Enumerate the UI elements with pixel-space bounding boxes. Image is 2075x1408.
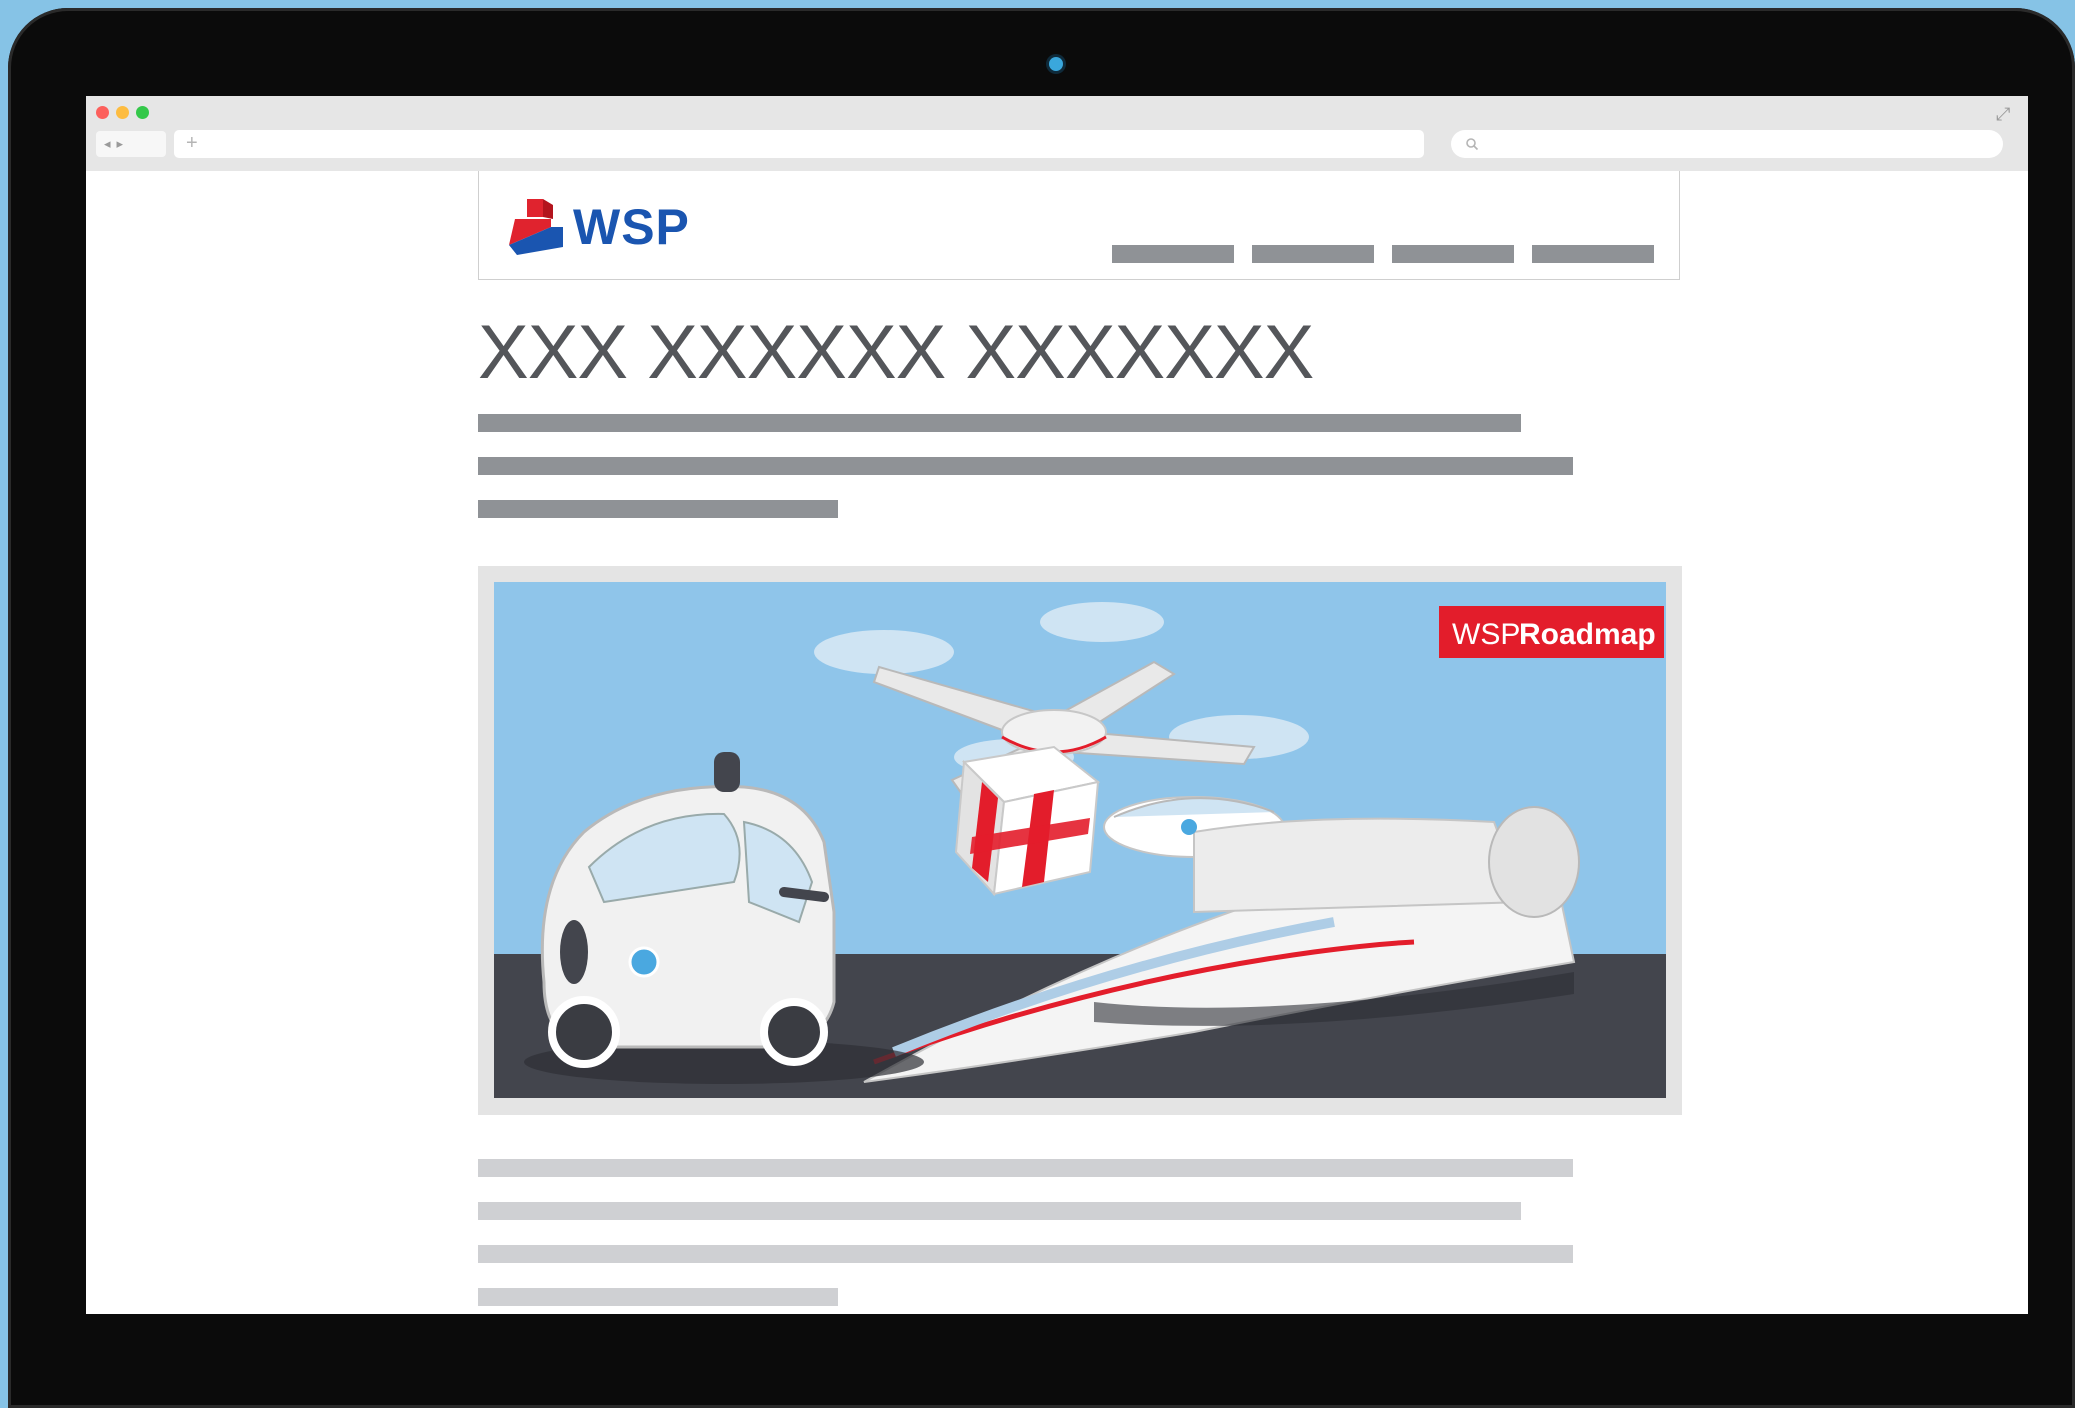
hero-illustration[interactable]: WSP Roadmap — [494, 582, 1666, 1098]
webcam-icon — [1049, 57, 1063, 71]
nav-item-1[interactable] — [1112, 245, 1234, 263]
maximize-window-dot[interactable] — [136, 106, 149, 119]
browser-search-field[interactable] — [1451, 130, 2003, 158]
close-window-dot[interactable] — [96, 106, 109, 119]
magnifier-icon — [1466, 138, 1479, 151]
back-forward-buttons[interactable]: ◂▸ — [96, 131, 166, 157]
browser-toolbar: ◂▸ + ⤢ — [86, 96, 2028, 171]
expand-arrows-icon[interactable]: ⤢ — [1996, 104, 2010, 125]
intro-text-line — [478, 414, 1521, 432]
nav-item-3[interactable] — [1392, 245, 1514, 263]
new-tab-plus-icon[interactable]: + — [186, 132, 198, 155]
page-title: XXX XXXXXX XXXXXXX — [478, 310, 1314, 395]
hero-image-frame: WSP Roadmap — [478, 566, 1682, 1115]
roadmap-badge: WSP Roadmap — [1439, 606, 1664, 658]
laptop-frame: ◂▸ + ⤢ WSP XXX XXXXXX XXXXXXX WSP Roadma… — [8, 8, 2075, 1408]
badge-text-roadmap: Roadmap — [1519, 618, 1656, 651]
site-header: WSP — [478, 171, 1680, 280]
body-text-line — [478, 1288, 838, 1306]
body-text-line — [478, 1159, 1573, 1177]
minimize-window-dot[interactable] — [116, 106, 129, 119]
address-bar[interactable]: + — [174, 130, 1424, 158]
logo-wordmark: WSP — [573, 199, 690, 255]
gift-box-icon — [954, 745, 1101, 897]
badge-text-wsp: WSP — [1452, 618, 1520, 651]
wsp-logo-mark-icon — [509, 199, 563, 255]
nav-item-2[interactable] — [1252, 245, 1374, 263]
wsp-logo[interactable]: WSP — [505, 197, 725, 257]
forward-arrow-icon[interactable]: ▸ — [117, 136, 130, 151]
body-text-line — [478, 1202, 1521, 1220]
intro-text-line — [478, 457, 1573, 475]
nav-item-4[interactable] — [1532, 245, 1654, 263]
body-text-line — [478, 1245, 1573, 1263]
intro-text-line — [478, 500, 838, 518]
back-arrow-icon[interactable]: ◂ — [104, 136, 117, 151]
browser-window: ◂▸ + ⤢ WSP XXX XXXXXX XXXXXXX WSP Roadma… — [86, 96, 2028, 1314]
